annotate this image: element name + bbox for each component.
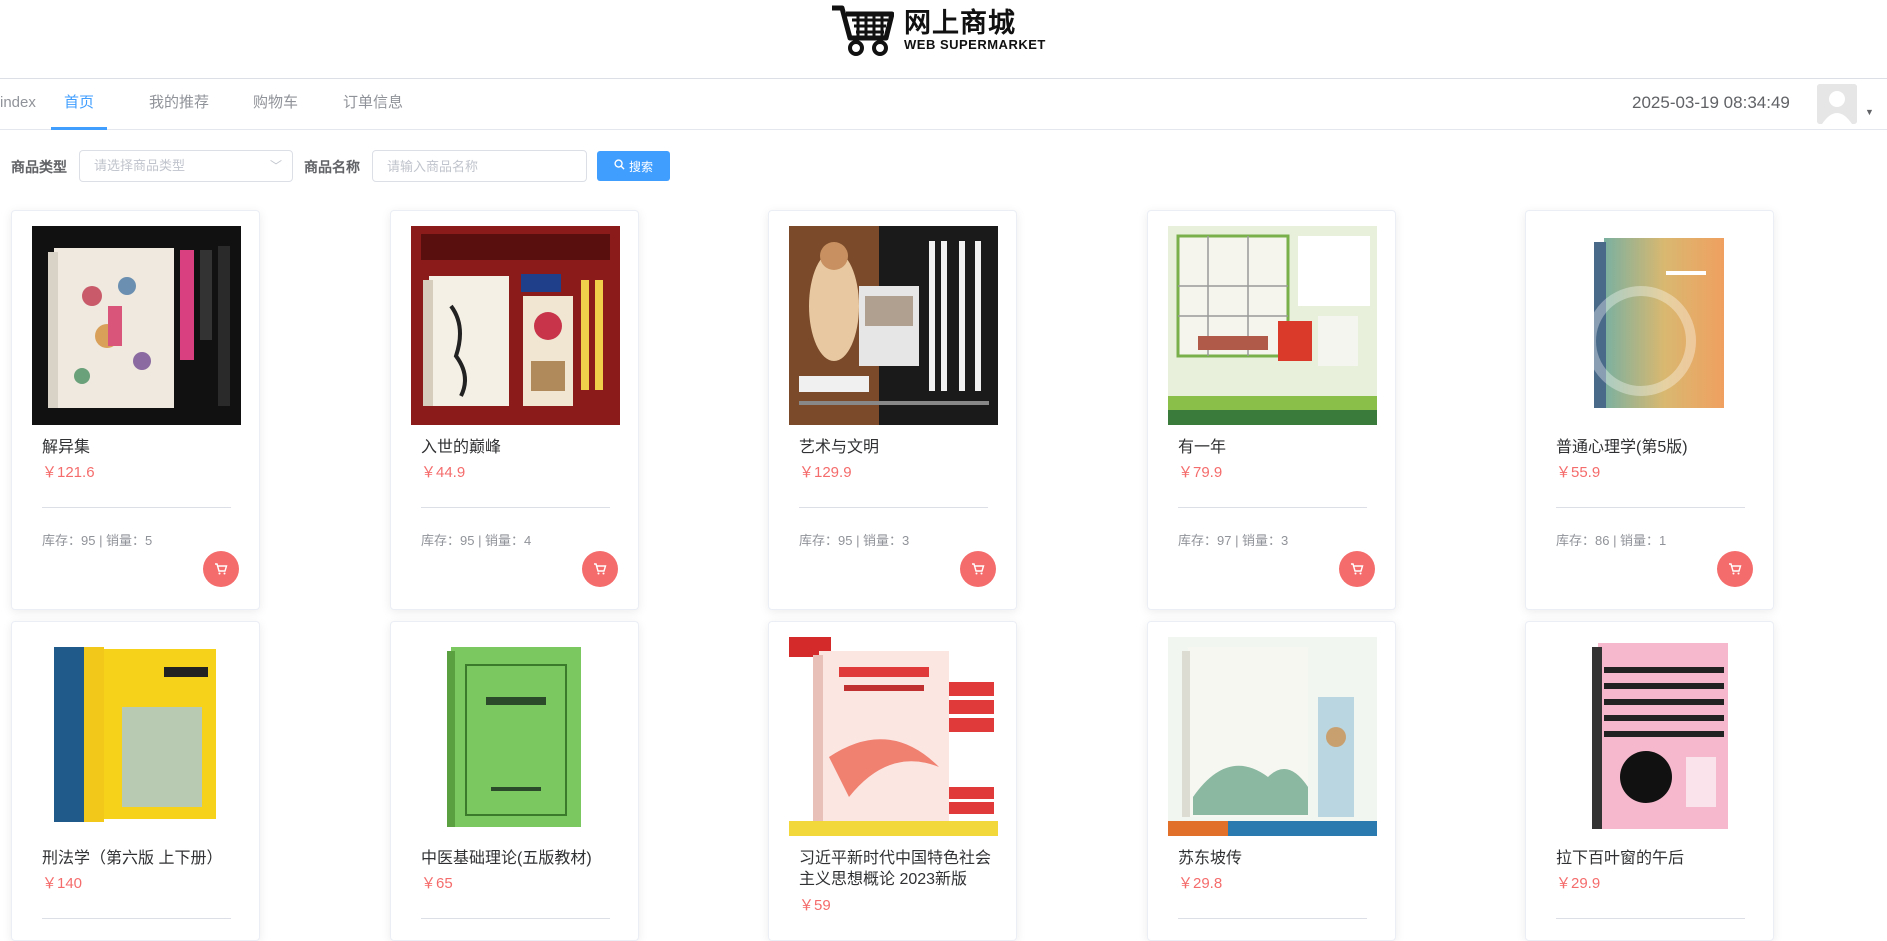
product-price: ￥55.9 — [1556, 464, 1601, 481]
product-name[interactable]: 苏东坡传 — [1178, 848, 1378, 869]
book-cover[interactable] — [1168, 226, 1377, 425]
current-datetime: 2025-03-19 08:34:49 — [1632, 93, 1790, 112]
product-card[interactable]: 苏东坡传 ￥29.8 — [1147, 621, 1396, 941]
product-name[interactable]: 解异集 — [42, 437, 242, 458]
cart-icon — [594, 563, 607, 575]
product-price: ￥65 — [421, 875, 453, 892]
cart-icon — [972, 563, 985, 575]
product-stock: 库存：86 | 销量：1 — [1556, 533, 1667, 548]
avatar[interactable] — [1817, 84, 1857, 124]
product-name[interactable]: 中医基础理论(五版教材) — [421, 848, 621, 869]
book-cover[interactable] — [1546, 226, 1755, 425]
product-card[interactable]: 入世的巅峰 ￥44.9 库存：95 | 销量：4 — [390, 210, 639, 610]
product-stock: 库存：95 | 销量：5 — [42, 533, 153, 548]
add-to-cart-button[interactable] — [203, 551, 239, 587]
divider — [421, 918, 610, 919]
product-name-input[interactable] — [372, 150, 587, 182]
product-name[interactable]: 拉下百叶窗的午后 — [1556, 848, 1756, 869]
product-name[interactable]: 有一年 — [1178, 437, 1378, 458]
product-stock: 库存：95 | 销量：3 — [799, 533, 910, 548]
divider — [1556, 918, 1745, 919]
header: 网上商城 WEB SUPERMARKET — [0, 0, 1887, 79]
product-type-select[interactable]: 请选择商品类型 ﹀ — [79, 150, 293, 182]
book-cover[interactable] — [1168, 637, 1377, 836]
product-type-placeholder: 请选择商品类型 — [94, 158, 186, 173]
product-name[interactable]: 刑法学（第六版 上下册） — [42, 848, 242, 869]
divider — [1178, 918, 1367, 919]
search-icon — [614, 159, 625, 173]
book-cover[interactable] — [1546, 637, 1755, 836]
cart-icon — [1729, 563, 1742, 575]
divider — [1178, 507, 1367, 508]
cart-icon — [215, 563, 228, 575]
product-price: ￥29.8 — [1178, 875, 1223, 892]
divider — [42, 918, 231, 919]
book-cover[interactable] — [411, 226, 620, 425]
divider — [799, 507, 988, 508]
product-price: ￥44.9 — [421, 464, 466, 481]
product-name[interactable]: 入世的巅峰 — [421, 437, 621, 458]
caret-down-icon[interactable]: ▼ — [1865, 107, 1874, 117]
product-card[interactable]: 中医基础理论(五版教材) ￥65 — [390, 621, 639, 941]
nav-item-cart[interactable]: 购物车 — [253, 80, 298, 130]
product-name[interactable]: 普通心理学(第5版) — [1556, 437, 1756, 458]
filter-bar: 商品类型 请选择商品类型 ﹀ 商品名称 搜索 — [0, 148, 1887, 184]
add-to-cart-button[interactable] — [1717, 551, 1753, 587]
add-to-cart-button[interactable] — [960, 551, 996, 587]
user-avatar-icon — [1817, 84, 1857, 124]
product-price: ￥129.9 — [799, 464, 852, 481]
nav-item-home[interactable]: 首页 — [51, 80, 107, 130]
shopping-cart-icon — [832, 5, 894, 56]
add-to-cart-button[interactable] — [582, 551, 618, 587]
product-name[interactable]: 习近平新时代中国特色社会主义思想概论 2023新版 — [799, 848, 999, 890]
nav-item-orders[interactable]: 订单信息 — [343, 80, 403, 130]
product-price: ￥29.9 — [1556, 875, 1601, 892]
book-cover[interactable] — [789, 226, 998, 425]
nav-menu: index 首页 我的推荐 购物车 订单信息 2025-03-19 08:34:… — [0, 80, 1887, 130]
book-cover[interactable] — [32, 226, 241, 425]
product-card[interactable]: 艺术与文明 ￥129.9 库存：95 | 销量：3 — [768, 210, 1017, 610]
search-button[interactable]: 搜索 — [597, 151, 670, 181]
product-stock: 库存：97 | 销量：3 — [1178, 533, 1289, 548]
type-label: 商品类型 — [11, 159, 67, 175]
divider — [42, 507, 231, 508]
search-button-label: 搜索 — [628, 159, 653, 174]
cart-icon — [1351, 563, 1364, 575]
product-card[interactable]: 习近平新时代中国特色社会主义思想概论 2023新版 ￥59 — [768, 621, 1017, 941]
product-price: ￥140 — [42, 875, 83, 892]
product-card[interactable]: 解异集 ￥121.6 库存：95 | 销量：5 — [11, 210, 260, 610]
divider — [1556, 507, 1745, 508]
book-cover[interactable] — [789, 637, 998, 836]
name-label: 商品名称 — [304, 159, 360, 175]
product-name[interactable]: 艺术与文明 — [799, 437, 999, 458]
product-card[interactable]: 有一年 ￥79.9 库存：97 | 销量：3 — [1147, 210, 1396, 610]
book-cover[interactable] — [32, 637, 241, 836]
nav-item-index[interactable]: index — [0, 80, 36, 130]
product-card[interactable]: 普通心理学(第5版) ￥55.9 库存：86 | 销量：1 — [1525, 210, 1774, 610]
product-price: ￥121.6 — [42, 464, 95, 481]
product-price: ￥59 — [799, 897, 831, 914]
product-stock: 库存：95 | 销量：4 — [421, 533, 532, 548]
product-card[interactable]: 拉下百叶窗的午后 ￥29.9 — [1525, 621, 1774, 941]
nav-item-recommend[interactable]: 我的推荐 — [149, 80, 209, 130]
logo-title: 网上商城 — [904, 8, 1016, 38]
divider — [421, 507, 610, 508]
chevron-down-icon: ﹀ — [269, 159, 282, 173]
logo-subtitle: WEB SUPERMARKET — [904, 37, 1046, 52]
book-cover[interactable] — [411, 637, 620, 836]
add-to-cart-button[interactable] — [1339, 551, 1375, 587]
product-card[interactable]: 刑法学（第六版 上下册） ￥140 — [11, 621, 260, 941]
site-logo[interactable]: 网上商城 WEB SUPERMARKET — [830, 0, 1046, 60]
product-price: ￥79.9 — [1178, 464, 1223, 481]
